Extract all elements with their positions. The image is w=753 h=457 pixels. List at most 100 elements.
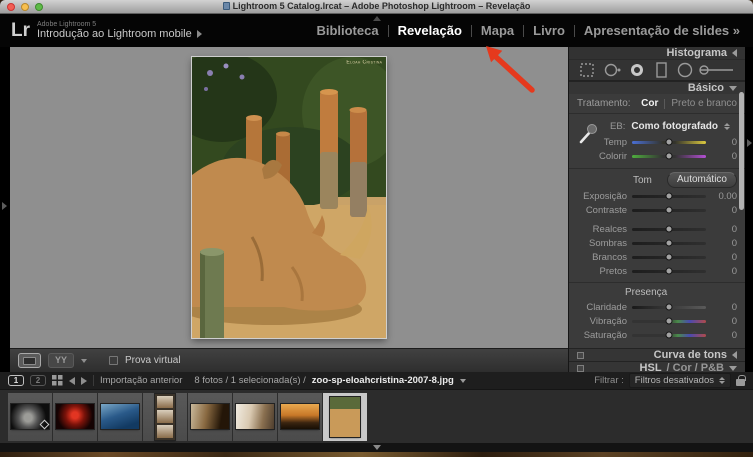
thumbnail-cell[interactable] [188,393,232,441]
filmstrip-filename[interactable]: zoo-sp-eloahcristina-2007-8.jpg [312,375,454,386]
thumbnail-cell-selected[interactable] [323,393,367,441]
tab-apresentacao[interactable]: Apresentação de slides » [584,23,740,38]
filmstrip-divider [93,375,94,386]
expand-arrow-icon [197,30,202,38]
filmstrip-source[interactable]: Importação anterior [100,375,182,386]
slider-value: 0.00 [711,191,737,202]
nav-divider [523,25,524,37]
thumb-rhino-selected[interactable] [330,397,360,437]
slider-knob[interactable] [666,226,673,233]
vibrance-slider-track[interactable] [632,320,706,323]
filmstrip-bar: 1 2 Importação anterior 8 fotos / 1 sele… [0,372,753,390]
panel-scrollbar[interactable] [739,92,744,210]
minimize-window-button[interactable] [21,3,29,11]
thumbnail-cell[interactable] [278,393,322,441]
auto-tone-button[interactable]: Automático [667,172,737,188]
slider-label: Pretos [577,266,627,277]
slider-knob[interactable] [666,268,673,275]
left-panel-expand-icon[interactable] [2,202,7,210]
top-panel-collapse-icon[interactable] [373,16,381,21]
soft-proof-checkbox[interactable] [109,356,118,365]
slider-knob[interactable] [666,207,673,214]
close-window-button[interactable] [7,3,15,11]
slider-knob[interactable] [666,318,673,325]
wb-eyedropper-icon[interactable] [578,121,598,145]
temp-slider-track[interactable] [632,141,706,144]
thumb-triptych-vertical[interactable] [155,394,175,440]
thumbnail-cell[interactable] [98,393,142,441]
next-photo-icon[interactable] [81,377,87,385]
tone-curve-header[interactable]: Curva de tons [569,348,745,361]
main-window-button[interactable]: 1 [8,375,24,386]
wb-dropdown-icon[interactable] [724,123,730,130]
slider-knob[interactable] [666,254,673,261]
filter-dropdown[interactable]: Filtros desativados [629,373,731,388]
thumb-underwater-blue[interactable] [101,404,139,429]
wb-preset-row[interactable]: EB: Como fotografado [577,118,737,135]
right-panel-collapse-icon[interactable] [747,139,752,147]
lr-logo: Lr [11,20,30,42]
thumbnail-cell[interactable] [53,393,97,441]
adjustment-brush-tool-icon[interactable] [700,66,733,74]
photo-preview[interactable]: Eloah Cristina [192,57,386,338]
graduated-filter-tool-icon[interactable] [657,63,666,77]
thumbnail-cell[interactable] [143,393,187,441]
slider-value: 0 [711,266,737,277]
slider-vibracao: Vibração 0 [577,314,737,328]
grid-view-icon[interactable] [52,375,63,386]
clarity-slider-track[interactable] [632,306,706,309]
filmstrip-status: 8 fotos / 1 selecionada(s) / [194,375,305,386]
treatment-row: Tratamento: Cor Preto e branco [569,94,745,114]
wb-preset-value[interactable]: Como fotografado [631,121,718,132]
thumb-statue-dark[interactable] [11,404,49,429]
slider-knob[interactable] [666,193,673,200]
radial-filter-tool-icon[interactable] [679,64,692,77]
panel-toggle-icon[interactable] [577,365,584,372]
panel-toggle-icon[interactable] [577,352,584,359]
crop-tool-icon[interactable] [581,64,593,76]
thumb-people-light[interactable] [236,404,274,429]
highlights-slider-track[interactable] [632,228,706,231]
filmstrip-bottom-bar [0,443,753,452]
slider-knob[interactable] [666,153,673,160]
tab-revelacao[interactable]: Revelação [398,23,462,38]
tab-livro[interactable]: Livro [533,23,565,38]
slider-knob[interactable] [666,139,673,146]
tint-slider-track[interactable] [632,155,706,158]
thumb-red-figure[interactable] [56,404,94,429]
copy-badge-icon [40,420,50,430]
filename-dropdown-icon[interactable] [460,379,466,383]
tab-biblioteca[interactable]: Biblioteca [316,23,378,38]
red-eye-tool-icon[interactable] [631,64,643,76]
filter-lock-icon[interactable] [736,379,745,386]
identity-plate[interactable]: Lr Adobe Lightroom 5 Introdução ao Light… [11,20,202,42]
exposure-slider-track[interactable] [632,195,706,198]
lightroom-window: Lightroom 5 Catalog.lrcat – Adobe Photos… [0,0,753,452]
thumbnail-cell[interactable] [233,393,277,441]
slider-knob[interactable] [666,332,673,339]
slider-knob[interactable] [666,304,673,311]
thumbnail-cell[interactable] [8,393,52,441]
blacks-slider-track[interactable] [632,270,706,273]
spot-removal-tool-icon[interactable] [606,65,621,76]
thumb-sunset-silhouette[interactable] [281,404,319,429]
loupe-view-button[interactable] [18,353,41,368]
second-window-button[interactable]: 2 [30,375,46,386]
slider-knob[interactable] [666,240,673,247]
treatment-bw-option[interactable]: Preto e branco [671,98,737,109]
saturation-slider-track[interactable] [632,334,706,337]
filmstrip-collapse-icon[interactable] [373,445,381,450]
tab-mapa[interactable]: Mapa [481,23,514,38]
contrast-slider-track[interactable] [632,209,706,212]
histogram-header[interactable]: Histograma [569,47,745,59]
shadows-slider-track[interactable] [632,242,706,245]
previous-photo-icon[interactable] [69,377,75,385]
before-after-dropdown-icon[interactable] [81,359,87,363]
zoom-window-button[interactable] [35,3,43,11]
treatment-color-option[interactable]: Cor [641,98,658,109]
before-after-button[interactable]: YY [48,353,74,368]
right-panel: Histograma [568,47,745,372]
basic-panel-header[interactable]: Básico [569,81,745,94]
whites-slider-track[interactable] [632,256,706,259]
thumb-sepia-smoke[interactable] [191,404,229,429]
